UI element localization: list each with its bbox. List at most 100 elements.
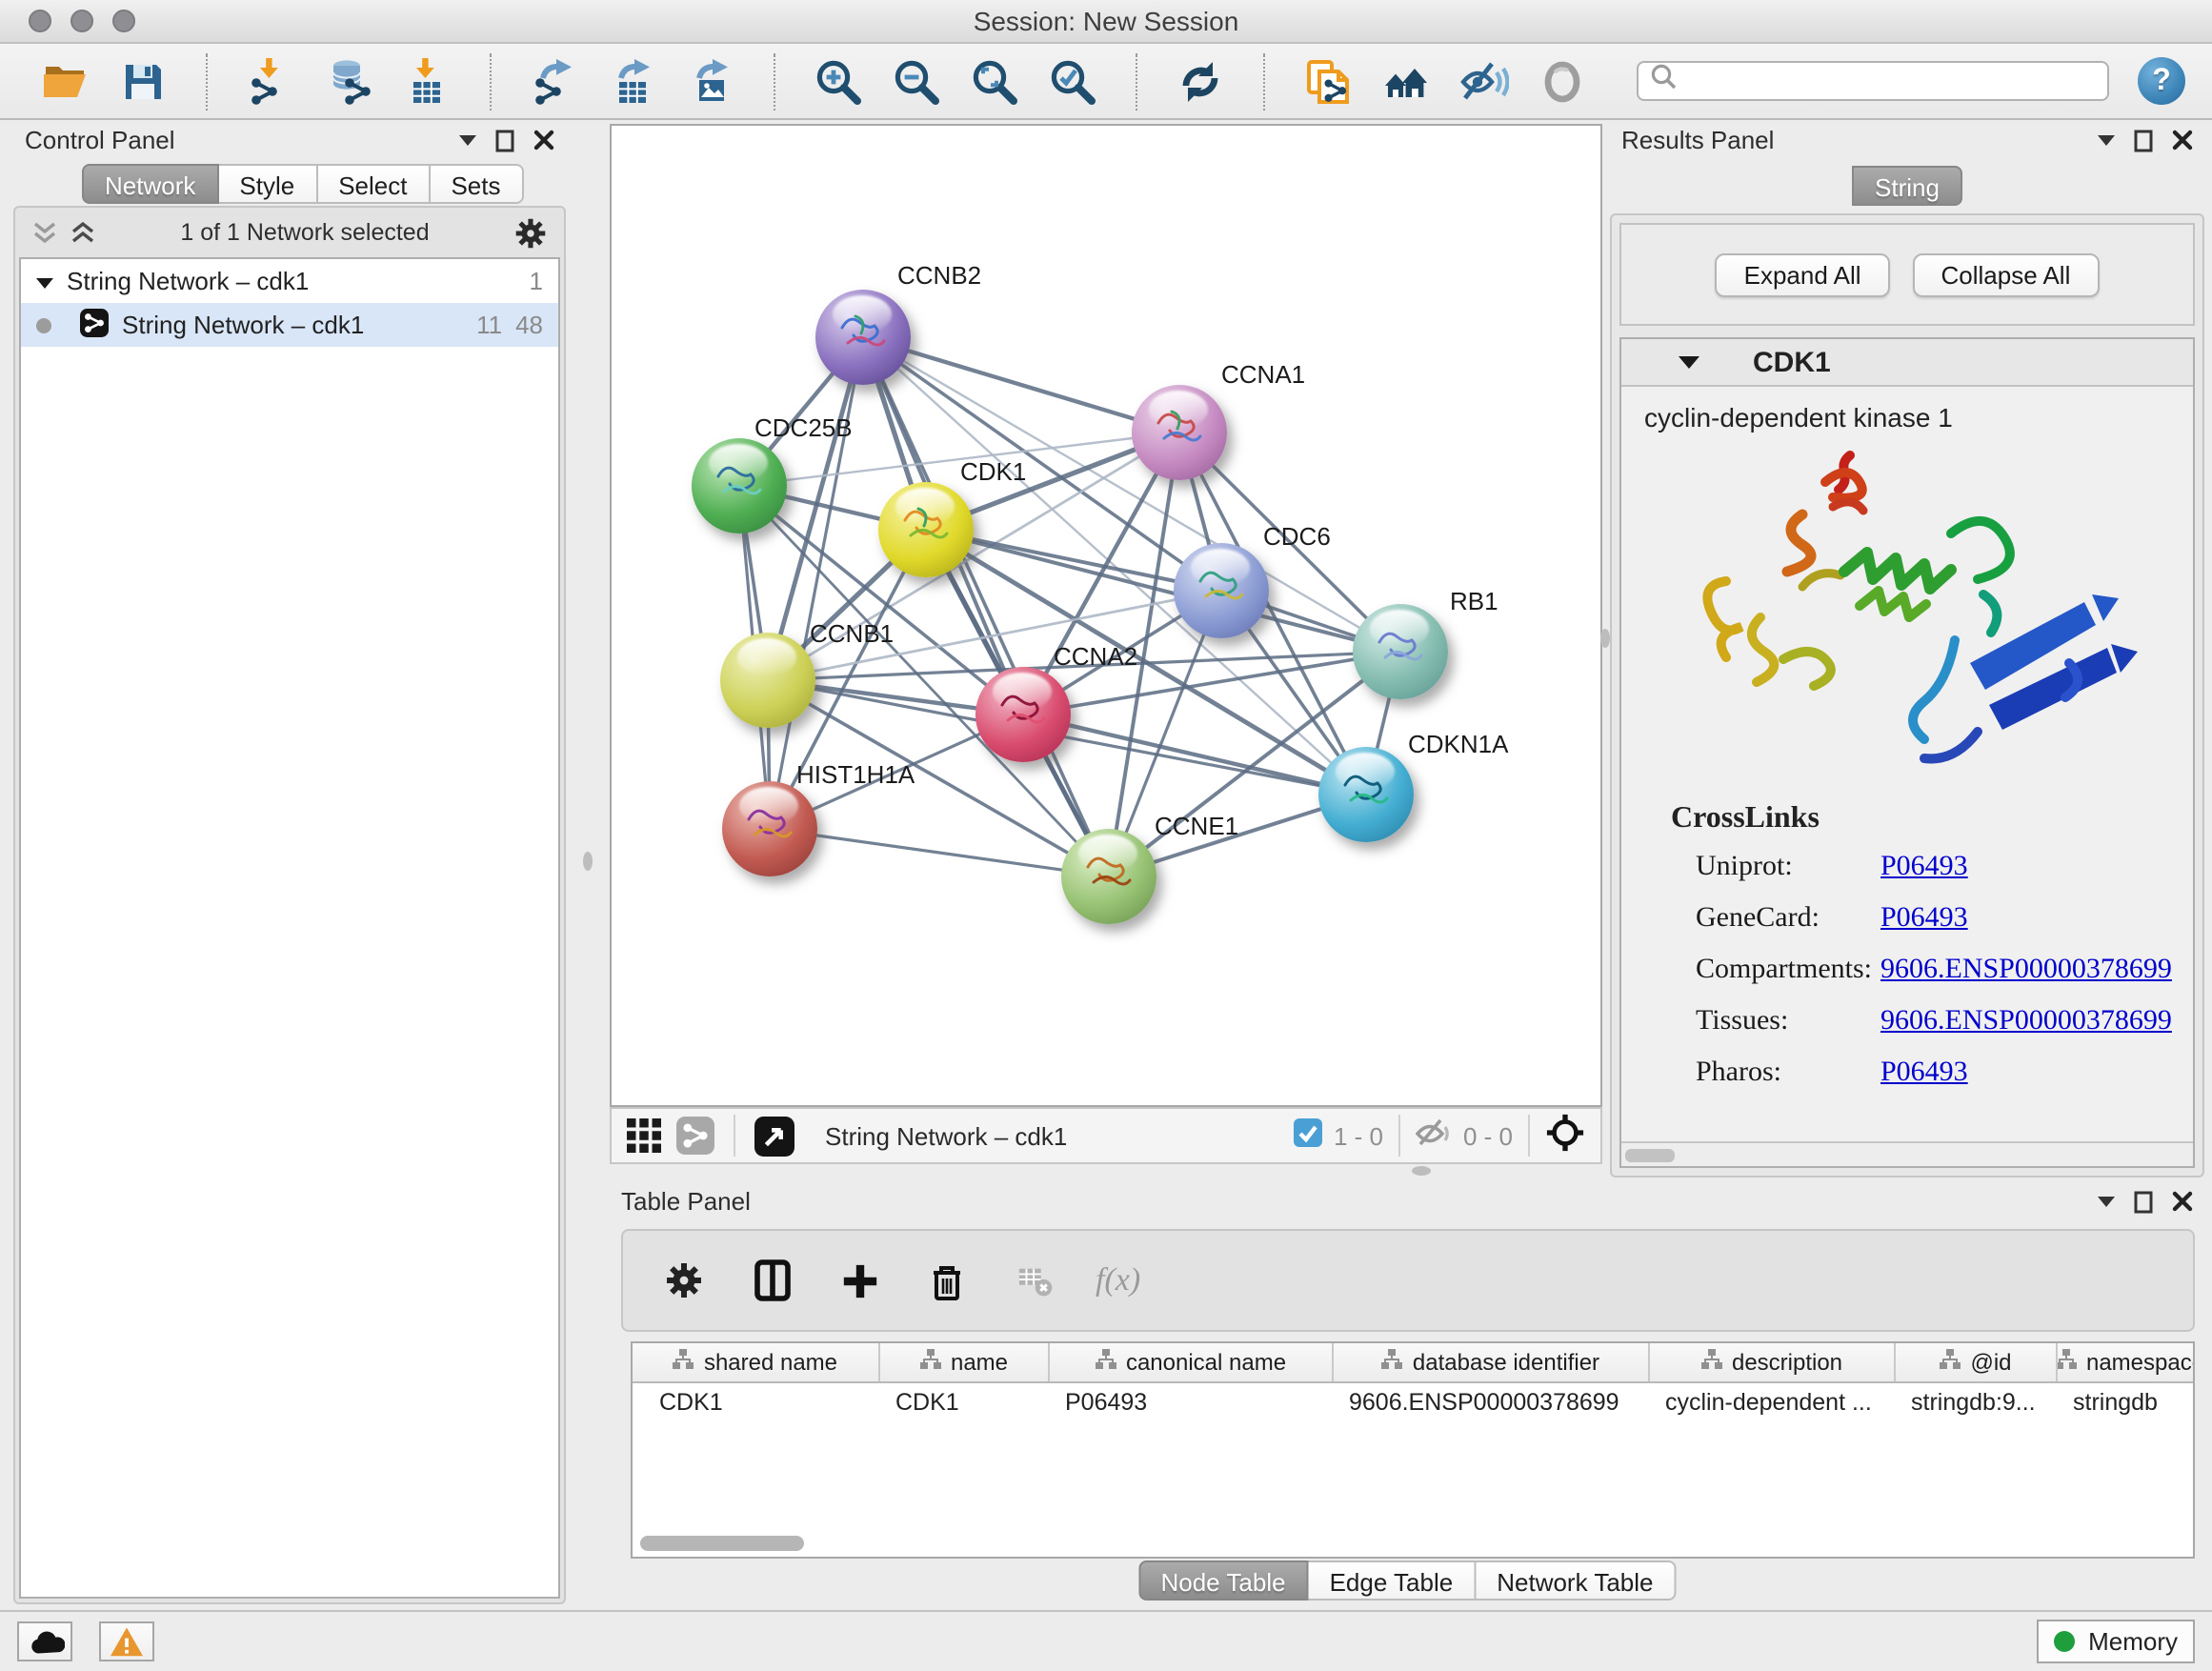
import-table-icon[interactable] [400, 54, 453, 108]
search-input[interactable] [1684, 68, 2096, 94]
bottom-splitter-handle[interactable] [1412, 1166, 1431, 1176]
table-row[interactable]: CDK1CDK1P064939606.ENSP00000378699cyclin… [633, 1383, 2193, 1421]
hide-panel-icon[interactable] [1458, 54, 1511, 108]
save-session-icon[interactable] [116, 54, 170, 108]
export-table-icon[interactable] [606, 54, 659, 108]
panel-menu-icon[interactable] [459, 134, 476, 146]
column-header-description[interactable]: description [1650, 1343, 1896, 1381]
share-view-icon[interactable] [676, 1117, 714, 1155]
network-node-ccna1[interactable] [1132, 385, 1227, 480]
node-count: 11 [476, 311, 502, 339]
crosslink-link[interactable]: P06493 [1880, 852, 1968, 884]
network-node-hist1h1a[interactable] [722, 781, 817, 876]
tab-node-table[interactable]: Node Table [1137, 1560, 1308, 1601]
panel-menu-icon[interactable] [2098, 134, 2115, 146]
panel-float-icon[interactable] [495, 129, 514, 151]
network-node-rb1[interactable] [1353, 604, 1448, 699]
selected-checkbox-icon[interactable] [1294, 1118, 1322, 1153]
import-database-icon[interactable] [322, 54, 375, 108]
columns-icon[interactable] [745, 1254, 798, 1307]
hidden-eye-icon[interactable] [1416, 1118, 1452, 1153]
crosslink-link[interactable]: P06493 [1880, 903, 1968, 936]
tab-edge-table[interactable]: Edge Table [1309, 1560, 1477, 1601]
network-node-cdc6[interactable] [1174, 543, 1269, 638]
network-node-ccne1[interactable] [1061, 829, 1156, 924]
collapse-all-button[interactable]: Collapse All [1913, 252, 2100, 296]
tab-network-table[interactable]: Network Table [1476, 1560, 1676, 1601]
collapse-all-icon[interactable] [32, 221, 57, 244]
network-node-cdk1[interactable] [878, 482, 974, 577]
import-network-icon[interactable] [244, 54, 297, 108]
panel-float-icon[interactable] [2134, 129, 2153, 151]
open-file-icon[interactable] [38, 54, 91, 108]
network-node-ccna2[interactable] [975, 667, 1071, 762]
tab-sets[interactable]: Sets [430, 164, 523, 204]
refresh-icon[interactable] [1174, 54, 1227, 108]
zoom-selected-icon[interactable] [1046, 54, 1099, 108]
left-splitter-handle[interactable] [583, 852, 593, 871]
crosslink-link[interactable]: 9606.ENSP00000378699 [1880, 955, 2172, 987]
expand-all-icon[interactable] [70, 221, 95, 244]
expand-all-button[interactable]: Expand All [1716, 252, 1890, 296]
crosslink-link[interactable]: P06493 [1880, 1057, 1968, 1090]
crosslink-link[interactable]: 9606.ENSP00000378699 [1880, 1006, 2172, 1038]
warning-button[interactable] [99, 1621, 154, 1661]
zoom-window-button[interactable] [112, 10, 135, 32]
add-row-icon[interactable] [833, 1254, 886, 1307]
tab-select[interactable]: Select [317, 164, 430, 204]
share-document-icon[interactable] [1301, 54, 1355, 108]
panel-close-icon[interactable] [533, 130, 554, 151]
function-builder-label[interactable]: f(x) [1096, 1261, 1140, 1299]
network-node-ccnb1[interactable] [720, 633, 815, 728]
network-row-selected[interactable]: String Network – cdk1 11 48 [21, 303, 558, 347]
tab-string[interactable]: String [1852, 166, 1962, 206]
attribute-tree-icon [920, 1349, 941, 1376]
export-image-icon[interactable] [684, 54, 737, 108]
memory-button[interactable]: Memory [2037, 1620, 2195, 1663]
crosshair-icon[interactable] [1545, 1113, 1585, 1158]
column-header-database-identifier[interactable]: database identifier [1334, 1343, 1650, 1381]
memory-label: Memory [2088, 1627, 2178, 1656]
network-collection-row[interactable]: String Network – cdk1 1 [21, 259, 558, 303]
panel-menu-icon[interactable] [2098, 1196, 2115, 1207]
close-window-button[interactable] [29, 10, 51, 32]
delete-row-icon[interactable] [920, 1254, 974, 1307]
panel-close-icon[interactable] [2172, 1191, 2193, 1212]
table-hscrollbar-thumb[interactable] [640, 1536, 804, 1551]
crosslink-label: Tissues: [1671, 1006, 1880, 1038]
column-header-name[interactable]: name [880, 1343, 1050, 1381]
network-node-cdc25b[interactable] [692, 438, 787, 534]
cloud-button[interactable] [17, 1621, 72, 1661]
inspect-icon[interactable] [1536, 54, 1589, 108]
zoom-fit-icon[interactable] [968, 54, 1021, 108]
node-label-ccna2: CCNA2 [1054, 642, 1137, 671]
export-network-icon[interactable] [528, 54, 581, 108]
column-header-namespace[interactable]: namespace [2058, 1343, 2195, 1381]
panel-float-icon[interactable] [2134, 1190, 2153, 1213]
entry-scrollbar[interactable] [1621, 1141, 2193, 1166]
gear-icon[interactable] [514, 216, 547, 249]
attributes-icon[interactable] [657, 1254, 711, 1307]
network-canvas[interactable]: CCNB2CCNA1CDC25BCDK1CDC6RB1CCNB1CCNA2CDK… [610, 124, 1602, 1107]
help-button[interactable]: ? [2138, 57, 2185, 105]
crosslink-row: Pharos:P06493 [1671, 1057, 2162, 1090]
search-box[interactable] [1637, 61, 2109, 101]
minimize-window-button[interactable] [70, 10, 93, 32]
zoom-out-icon[interactable] [890, 54, 943, 108]
column-header-canonical-name[interactable]: canonical name [1050, 1343, 1334, 1381]
column-header-shared-name[interactable]: shared name [633, 1343, 880, 1381]
network-node-cdkn1a[interactable] [1318, 747, 1414, 842]
panel-close-icon[interactable] [2172, 130, 2193, 151]
network-node-ccnb2[interactable] [815, 290, 911, 385]
birdseye-view-icon[interactable] [754, 1116, 794, 1156]
right-splitter-handle[interactable] [1600, 629, 1610, 648]
column-header--id[interactable]: @id [1896, 1343, 2058, 1381]
grid-view-icon[interactable] [627, 1118, 661, 1153]
tab-network[interactable]: Network [82, 164, 218, 204]
tree-expand-icon[interactable] [36, 267, 53, 295]
string-home-icon[interactable] [1379, 54, 1433, 108]
entry-collapse-icon[interactable] [1679, 345, 1699, 379]
gene-entry-header[interactable]: CDK1 [1621, 339, 2193, 387]
zoom-in-icon[interactable] [812, 54, 865, 108]
tab-style[interactable]: Style [218, 164, 317, 204]
